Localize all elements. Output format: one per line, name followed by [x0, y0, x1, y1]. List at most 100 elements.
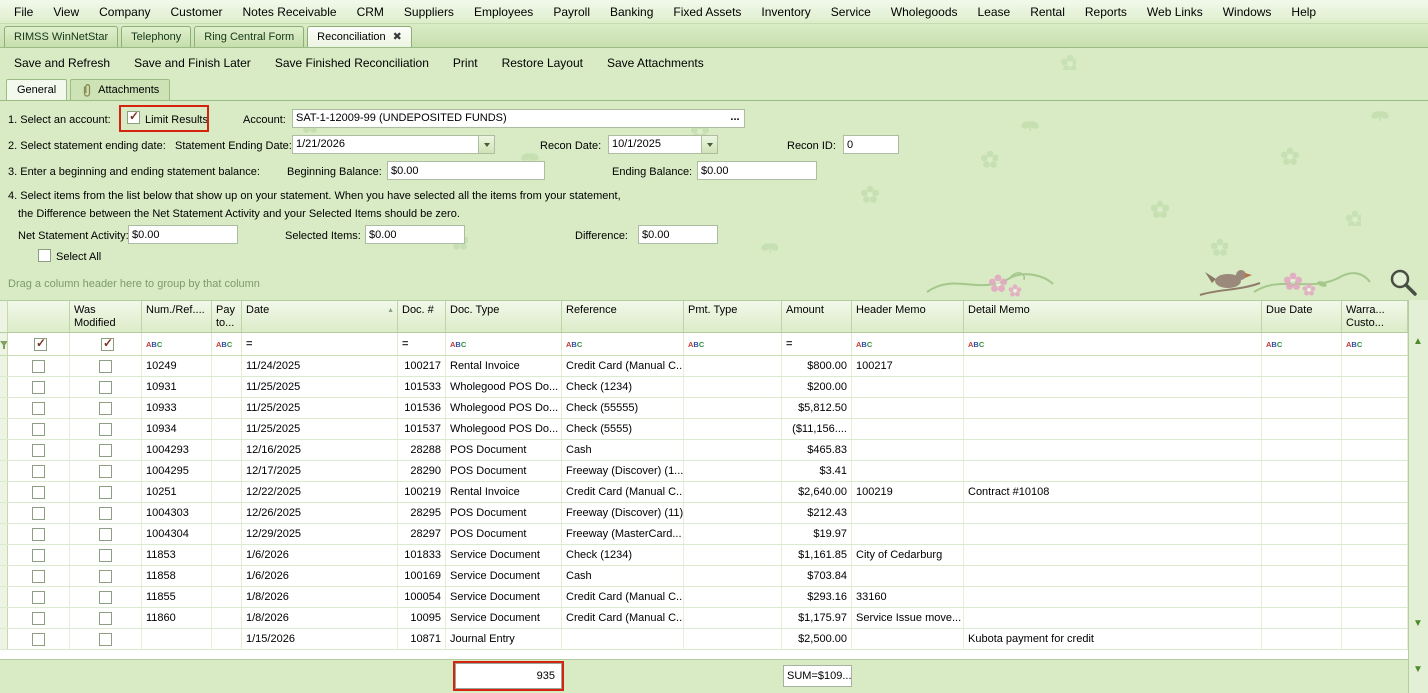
was-modified-checkbox[interactable] — [99, 380, 112, 394]
was-modified-checkbox[interactable] — [99, 611, 112, 625]
row-select-checkbox[interactable] — [32, 632, 45, 646]
table-row[interactable]: 10933 11/25/2025 101536 Wholegood POS Do...… — [0, 398, 1408, 419]
scroll-down-icon[interactable]: ▼ — [1413, 664, 1423, 675]
tab-ring-central-form[interactable]: Ring Central Form — [194, 26, 305, 47]
menu-inventory[interactable]: Inventory — [751, 5, 820, 19]
filter-sel[interactable] — [8, 333, 70, 355]
filter-doc[interactable]: = — [398, 333, 446, 355]
column-header-wasmod[interactable]: Was Modified — [70, 301, 142, 332]
was-modified-checkbox[interactable] — [99, 422, 112, 436]
row-select-checkbox[interactable] — [32, 401, 45, 415]
row-select-checkbox[interactable] — [32, 527, 45, 541]
menu-lease[interactable]: Lease — [968, 5, 1021, 19]
column-header-num[interactable]: Num./Ref.... — [142, 301, 212, 332]
filter-checkbox[interactable] — [34, 336, 47, 351]
menu-crm[interactable]: CRM — [347, 5, 394, 19]
filter-amount[interactable]: = — [782, 333, 852, 355]
was-modified-checkbox[interactable] — [99, 485, 112, 499]
filter-doc_type[interactable]: ABC — [446, 333, 562, 355]
table-row[interactable]: 11853 1/6/2026 101833 Service Document Check… — [0, 545, 1408, 566]
menu-banking[interactable]: Banking — [600, 5, 663, 19]
menu-company[interactable]: Company — [89, 5, 160, 19]
menu-file[interactable]: File — [4, 5, 43, 19]
row-select-checkbox[interactable] — [32, 548, 45, 562]
menu-view[interactable]: View — [43, 5, 89, 19]
beginning-balance-input[interactable] — [387, 161, 545, 180]
table-row[interactable]: 10934 11/25/2025 101537 Wholegood POS Do...… — [0, 419, 1408, 440]
filter-reference[interactable]: ABC — [562, 333, 684, 355]
row-select-checkbox[interactable] — [32, 485, 45, 499]
was-modified-checkbox[interactable] — [99, 548, 112, 562]
filter-warranty[interactable]: ABC — [1342, 333, 1408, 355]
column-header-detail_memo[interactable]: Detail Memo — [964, 301, 1262, 332]
was-modified-checkbox[interactable] — [99, 443, 112, 457]
row-select-checkbox[interactable] — [32, 569, 45, 583]
column-header-due_date[interactable]: Due Date — [1262, 301, 1342, 332]
tab-reconciliation[interactable]: Reconciliation ✖ — [307, 26, 412, 47]
was-modified-checkbox[interactable] — [99, 590, 112, 604]
menu-wholegoods[interactable]: Wholegoods — [881, 5, 968, 19]
tab-close-icon[interactable]: ✖ — [393, 31, 402, 43]
table-row[interactable]: 1004303 12/26/2025 28295 POS Document Freewa… — [0, 503, 1408, 524]
row-select-checkbox[interactable] — [32, 611, 45, 625]
select-all-checkbox[interactable] — [38, 249, 51, 262]
toolbar-save-attachments[interactable]: Save Attachments — [595, 56, 716, 70]
menu-fixed-assets[interactable]: Fixed Assets — [663, 5, 751, 19]
row-select-checkbox[interactable] — [32, 443, 45, 457]
toolbar-print[interactable]: Print — [441, 56, 490, 70]
tab-rimss-winnetstar[interactable]: RIMSS WinNetStar — [4, 26, 119, 47]
filter-header_memo[interactable]: ABC — [852, 333, 964, 355]
row-select-checkbox[interactable] — [32, 506, 45, 520]
table-row[interactable]: 10931 11/25/2025 101533 Wholegood POS Do...… — [0, 377, 1408, 398]
table-row[interactable]: 11855 1/8/2026 100054 Service Document Credi… — [0, 587, 1408, 608]
column-header-doc_type[interactable]: Doc. Type — [446, 301, 562, 332]
was-modified-checkbox[interactable] — [99, 359, 112, 373]
statement-ending-date-combo[interactable]: 1/21/2026 — [292, 135, 495, 154]
search-icon[interactable] — [1388, 267, 1420, 299]
table-row[interactable]: 10251 12/22/2025 100219 Rental Invoice Credi… — [0, 482, 1408, 503]
filter-wasmod[interactable] — [70, 333, 142, 355]
was-modified-checkbox[interactable] — [99, 569, 112, 583]
was-modified-checkbox[interactable] — [99, 527, 112, 541]
filter-pmt_type[interactable]: ABC — [684, 333, 782, 355]
menu-web-links[interactable]: Web Links — [1137, 5, 1213, 19]
limit-results-checkbox[interactable] — [127, 109, 140, 124]
difference-input[interactable] — [638, 225, 718, 244]
group-by-bar[interactable]: Drag a column header here to group by th… — [0, 268, 1428, 300]
tab-telephony[interactable]: Telephony — [121, 26, 192, 47]
table-row[interactable]: 1004295 12/17/2025 28290 POS Document Freewa… — [0, 461, 1408, 482]
menu-notes-receivable[interactable]: Notes Receivable — [233, 5, 347, 19]
toolbar-restore-layout[interactable]: Restore Layout — [490, 56, 595, 70]
was-modified-checkbox[interactable] — [99, 506, 112, 520]
row-select-checkbox[interactable] — [32, 380, 45, 394]
table-row[interactable]: 1004304 12/29/2025 28297 POS Document Freewa… — [0, 524, 1408, 545]
filter-payto[interactable]: ABC — [212, 333, 242, 355]
table-row[interactable]: 10249 11/24/2025 100217 Rental Invoice Credi… — [0, 356, 1408, 377]
dropdown-button[interactable] — [701, 136, 717, 153]
was-modified-checkbox[interactable] — [99, 632, 112, 646]
menu-suppliers[interactable]: Suppliers — [394, 5, 464, 19]
column-header-amount[interactable]: Amount — [782, 301, 852, 332]
recon-id-input[interactable] — [843, 135, 899, 154]
menu-rental[interactable]: Rental — [1020, 5, 1075, 19]
table-row[interactable]: 1/15/2026 10871 Journal Entry $2,500.00 Kubo… — [0, 629, 1408, 650]
column-header-doc[interactable]: Doc. # — [398, 301, 446, 332]
scroll-down-icon[interactable]: ▼ — [1413, 618, 1423, 629]
account-browse-button[interactable]: ... — [726, 110, 744, 127]
table-row[interactable]: 11860 1/8/2026 10095 Service Document Credit… — [0, 608, 1408, 629]
tab-general[interactable]: General — [6, 79, 68, 100]
filter-detail_memo[interactable]: ABC — [964, 333, 1262, 355]
filter-due_date[interactable]: ABC — [1262, 333, 1342, 355]
table-row[interactable]: 11858 1/6/2026 100169 Service Document Cash $… — [0, 566, 1408, 587]
row-select-checkbox[interactable] — [32, 422, 45, 436]
dropdown-button[interactable] — [478, 136, 494, 153]
column-header-pmt_type[interactable]: Pmt. Type — [684, 301, 782, 332]
selected-items-input[interactable] — [365, 225, 465, 244]
net-statement-activity-input[interactable] — [128, 225, 238, 244]
scroll-up-icon[interactable]: ▲ — [1413, 336, 1423, 347]
row-select-checkbox[interactable] — [32, 464, 45, 478]
menu-customer[interactable]: Customer — [161, 5, 233, 19]
row-select-checkbox[interactable] — [32, 590, 45, 604]
toolbar-save-and-finish-later[interactable]: Save and Finish Later — [122, 56, 263, 70]
menu-service[interactable]: Service — [821, 5, 881, 19]
